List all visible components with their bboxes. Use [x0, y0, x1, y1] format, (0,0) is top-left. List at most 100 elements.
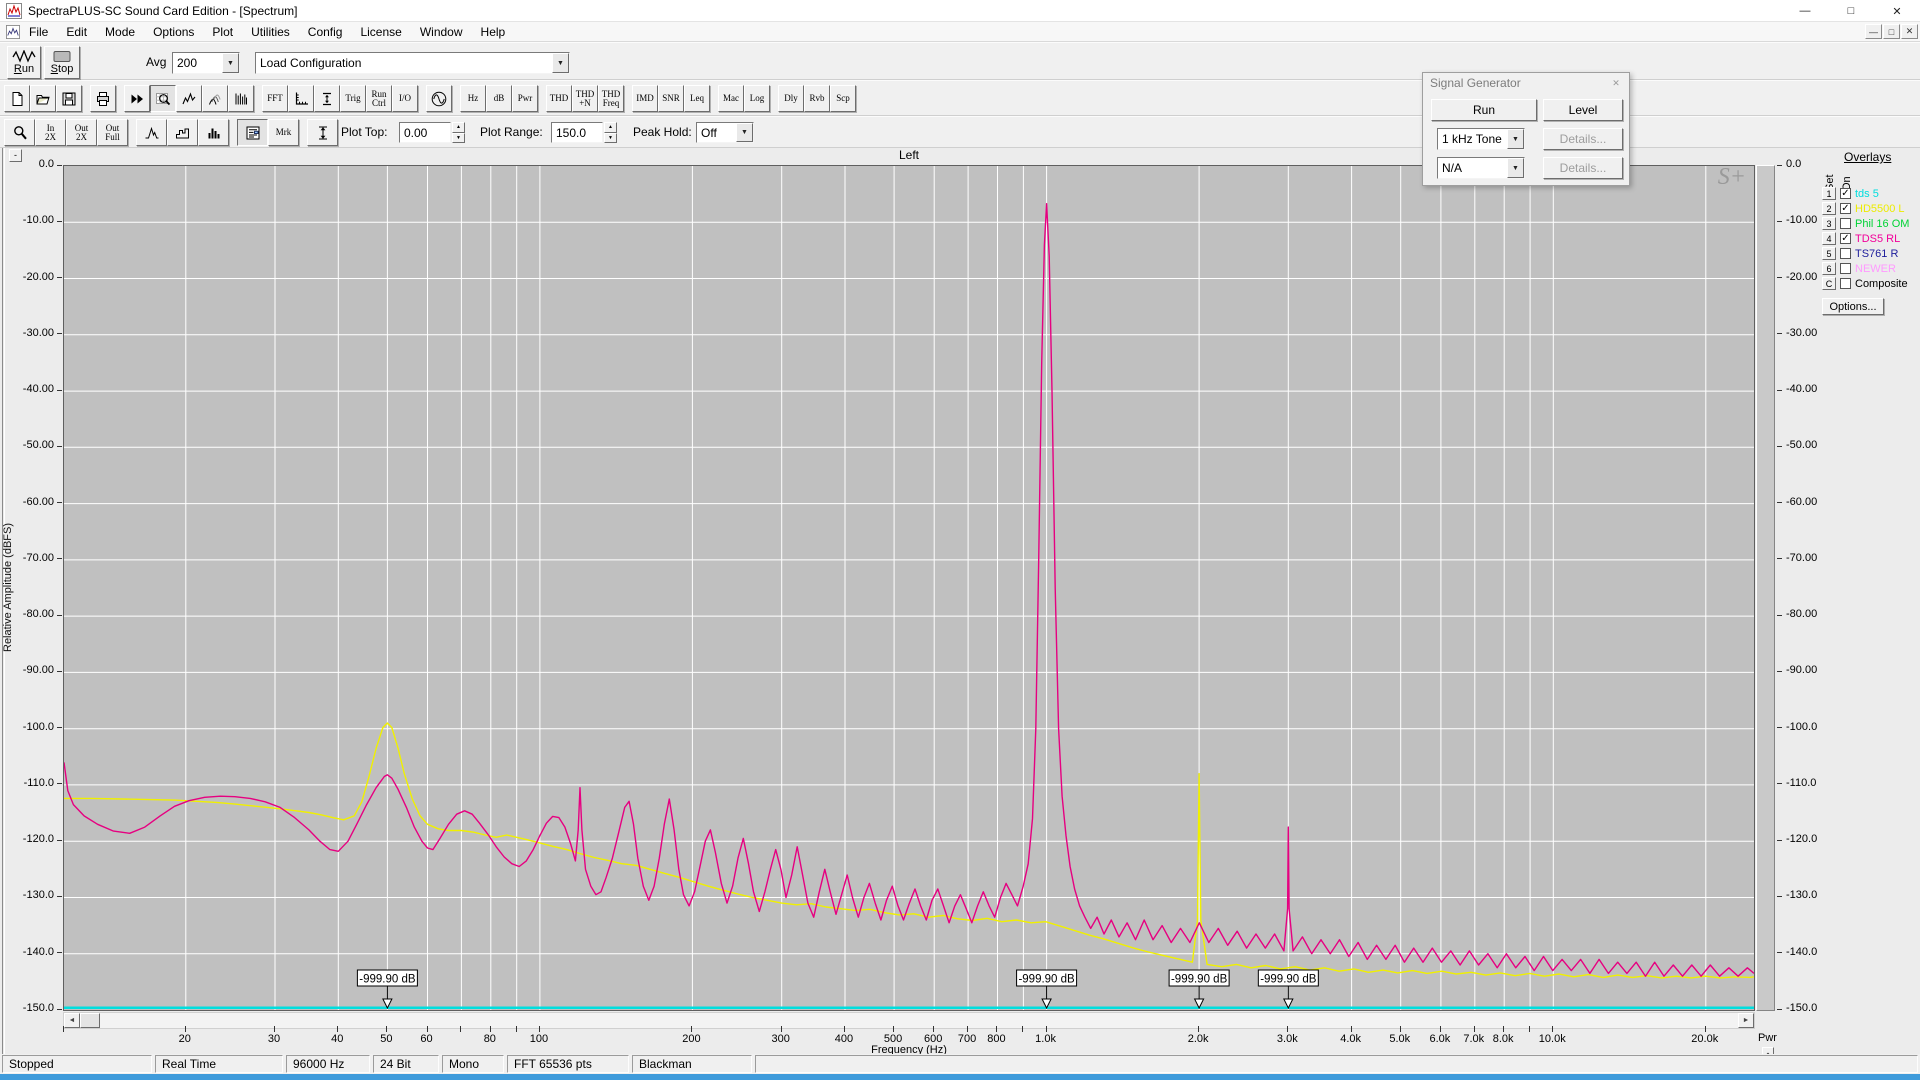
waterfall-view-button[interactable] [202, 85, 228, 112]
thd-button[interactable]: THD [546, 85, 572, 112]
zoom-button[interactable] [4, 119, 35, 146]
display-options-button[interactable] [237, 119, 268, 146]
plot-top-spinner[interactable]: ▲▼ [452, 122, 465, 143]
menu-utilities[interactable]: Utilities [242, 23, 299, 41]
open-file-button[interactable] [30, 85, 56, 112]
io-device-button[interactable]: I/O [392, 85, 418, 112]
overlay-on-checkbox-4[interactable]: ✓ [1840, 233, 1851, 244]
hz-units-button[interactable]: Hz [460, 85, 486, 112]
minimize-button[interactable]: — [1782, 0, 1828, 22]
menu-options[interactable]: Options [144, 23, 203, 41]
scaling-button[interactable] [288, 85, 314, 112]
load-configuration-select[interactable]: Load Configuration ▼ [255, 52, 570, 74]
avg-select[interactable]: 200 ▼ [172, 52, 240, 74]
pwr-units-button[interactable]: Pwr [512, 85, 538, 112]
peak-curve-button[interactable] [136, 119, 167, 146]
overlay-set-button-1[interactable]: 1 [1822, 187, 1836, 200]
post-process-button[interactable] [124, 85, 150, 112]
thd-freq-button[interactable]: THD Freq [598, 85, 624, 112]
overlay-set-button-3[interactable]: 3 [1822, 217, 1836, 230]
step-curve-button[interactable] [167, 119, 198, 146]
collapse-left-axis-button[interactable]: - [9, 149, 22, 162]
plot-vertical-scrollbar[interactable] [1756, 165, 1775, 1011]
avg-dropdown-arrow-icon[interactable]: ▼ [222, 53, 239, 73]
signal-generator-close-icon[interactable]: ✕ [1608, 77, 1624, 90]
run-control-button[interactable]: Run Ctrl [366, 85, 392, 112]
load-config-dropdown-arrow-icon[interactable]: ▼ [552, 53, 569, 73]
overlay-set-button-5[interactable]: 5 [1822, 247, 1836, 260]
ruler-icon [293, 91, 309, 107]
menu-file[interactable]: File [20, 23, 57, 41]
menu-edit[interactable]: Edit [57, 23, 96, 41]
peak-hold-dropdown-arrow-icon[interactable]: ▼ [736, 123, 753, 142]
leq-button[interactable]: Leq [684, 85, 710, 112]
maximize-button[interactable]: □ [1828, 0, 1874, 22]
log-button[interactable]: Log [744, 85, 770, 112]
generator-run-button[interactable]: Run [1431, 99, 1537, 121]
zoom-out-full-button[interactable]: Out Full [97, 119, 128, 146]
stop-button[interactable]: Stop [44, 46, 80, 79]
mdi-minimize-button[interactable]: — [1865, 24, 1882, 39]
source2-dropdown-arrow-icon[interactable]: ▼ [1507, 158, 1524, 178]
scope-button[interactable]: Scp [830, 85, 856, 112]
db-units-button[interactable]: dB [486, 85, 512, 112]
overlay-on-checkbox-2[interactable]: ✓ [1840, 203, 1851, 214]
close-button[interactable]: ✕ [1874, 0, 1920, 22]
mdi-close-button[interactable]: ✕ [1901, 24, 1918, 39]
peak-hold-select[interactable]: Off ▼ [696, 122, 754, 143]
new-file-button[interactable] [4, 85, 30, 112]
delay-finder-button[interactable]: Dly [778, 85, 804, 112]
thd-n-button[interactable]: THD +N [572, 85, 598, 112]
print-button[interactable] [90, 85, 116, 112]
overlay-on-checkbox-1[interactable]: ✓ [1840, 188, 1851, 199]
step-curve-icon [175, 125, 191, 141]
y-tick-dash [1777, 783, 1782, 784]
generator-level-button[interactable]: Level [1543, 99, 1623, 121]
menu-window[interactable]: Window [411, 23, 472, 41]
bar-display-button[interactable] [198, 119, 229, 146]
zoom-out-2x-button[interactable]: Out 2X [66, 119, 97, 146]
macro-button[interactable]: Mac [718, 85, 744, 112]
imd-button[interactable]: IMD [632, 85, 658, 112]
source1-dropdown-arrow-icon[interactable]: ▼ [1507, 129, 1524, 149]
generator-details2-button[interactable]: Details... [1543, 157, 1623, 179]
generator-source1-select[interactable]: 1 kHz Tone ▼ [1437, 128, 1525, 150]
menu-mode[interactable]: Mode [96, 23, 144, 41]
amplitude-range-button[interactable] [307, 119, 338, 146]
zoom-grid-button[interactable] [150, 85, 176, 112]
menu-plot[interactable]: Plot [203, 23, 242, 41]
overlay-on-checkbox-3[interactable] [1840, 218, 1851, 229]
y-tick-dash [57, 502, 62, 503]
run-button[interactable]: Run [7, 46, 41, 79]
reverb-button[interactable]: Rvb [804, 85, 830, 112]
overlay-on-checkbox-C[interactable] [1840, 278, 1851, 289]
signal-generator-button[interactable] [426, 85, 452, 112]
fft-settings-button[interactable]: FFT [262, 85, 288, 112]
overlays-options-button[interactable]: Options... [1822, 298, 1884, 315]
overlay-set-button-C[interactable]: C [1822, 277, 1836, 290]
generator-source2-select[interactable]: N/A ▼ [1437, 157, 1525, 179]
spectrum-plot[interactable]: -999.90 dB-999.90 dB-999.90 dB-999.90 dB… [63, 165, 1755, 1011]
plot-range-spinner[interactable]: ▲▼ [604, 122, 617, 143]
snr-button[interactable]: SNR [658, 85, 684, 112]
overlay-set-button-2[interactable]: 2 [1822, 202, 1836, 215]
overlay-on-checkbox-6[interactable] [1840, 263, 1851, 274]
y-tick-right: -70.00 [1786, 552, 1817, 564]
overlay-set-button-6[interactable]: 6 [1822, 262, 1836, 275]
mdi-restore-button[interactable]: □ [1883, 24, 1900, 39]
overlay-set-button-4[interactable]: 4 [1822, 232, 1836, 245]
menu-help[interactable]: Help [472, 23, 515, 41]
plot-top-input[interactable]: 0.00 [399, 122, 451, 143]
save-button[interactable] [56, 85, 82, 112]
generator-details1-button[interactable]: Details... [1543, 128, 1623, 150]
menu-license[interactable]: License [351, 23, 410, 41]
menu-config[interactable]: Config [299, 23, 352, 41]
overlay-on-checkbox-5[interactable] [1840, 248, 1851, 259]
trigger-button[interactable]: Trig [340, 85, 366, 112]
spectrogram-view-button[interactable] [228, 85, 254, 112]
calibration-button[interactable] [314, 85, 340, 112]
zoom-in-2x-button[interactable]: In 2X [35, 119, 66, 146]
plot-range-input[interactable]: 150.0 [551, 122, 603, 143]
marker-button[interactable]: Mrk [268, 119, 299, 146]
spectrum-view-button[interactable] [176, 85, 202, 112]
